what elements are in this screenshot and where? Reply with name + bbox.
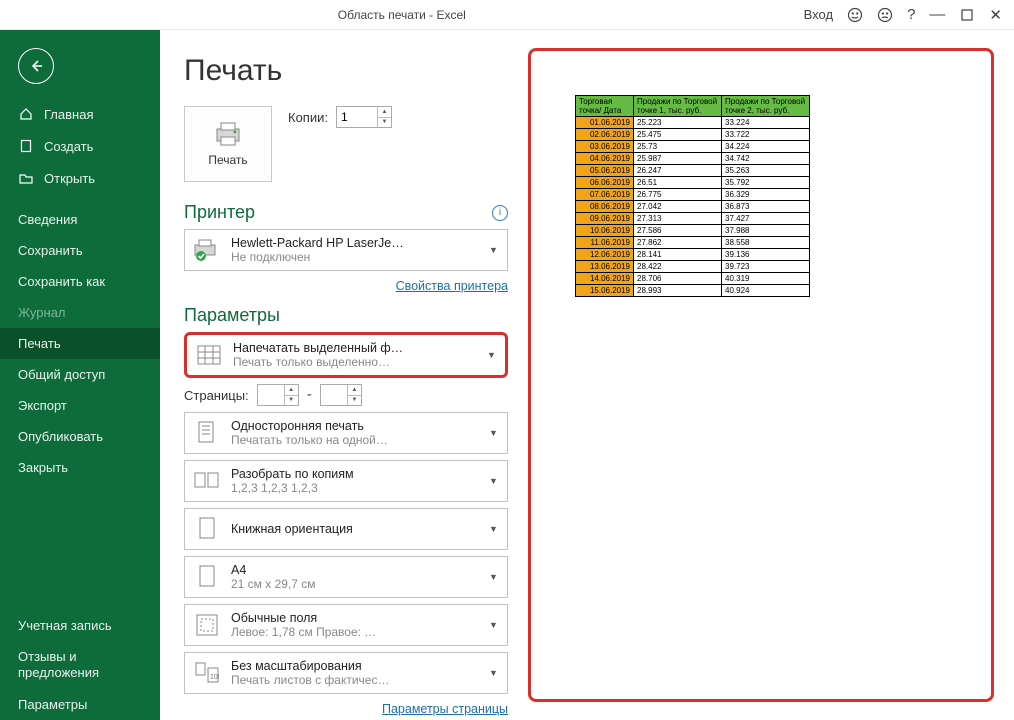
page-title: Печать: [184, 54, 508, 88]
chevron-down-icon: ▼: [487, 350, 497, 360]
page-icon: [193, 419, 221, 447]
preview-table: Торговая точка/ ДатаПродажи по Торговой …: [575, 95, 810, 297]
scaling-dropdown[interactable]: 100 Без масштабированияПечать листов с ф…: [184, 652, 508, 694]
nav-account[interactable]: Учетная запись: [0, 610, 160, 641]
margins-icon: [193, 611, 221, 639]
info-icon[interactable]: i: [492, 205, 508, 221]
nav-saveas[interactable]: Сохранить как: [0, 266, 160, 297]
nav-export[interactable]: Экспорт: [0, 390, 160, 421]
spin-down[interactable]: ▼: [378, 118, 391, 128]
preview-page: Торговая точка/ ДатаПродажи по Торговой …: [539, 59, 983, 691]
nav-home[interactable]: Главная: [0, 98, 160, 130]
spin-up[interactable]: ▲: [378, 107, 391, 118]
close-icon[interactable]: ✕: [989, 6, 1002, 24]
maximize-icon[interactable]: [959, 7, 975, 23]
scaling-icon: 100: [193, 659, 221, 687]
pages-from[interactable]: ▲▼: [257, 384, 299, 406]
collate-dropdown[interactable]: Разобрать по копиям1,2,3 1,2,3 1,2,3 ▼: [184, 460, 508, 502]
chevron-down-icon: ▼: [489, 668, 499, 678]
minimize-icon[interactable]: —: [929, 6, 945, 24]
nav-feedback[interactable]: Отзывы и предложения: [0, 641, 160, 690]
nav-share[interactable]: Общий доступ: [0, 359, 160, 390]
chevron-down-icon: ▼: [489, 245, 499, 255]
chevron-down-icon: ▼: [489, 524, 499, 534]
chevron-down-icon: ▼: [489, 428, 499, 438]
titlebar: Область печати - Excel Вход ? — ✕: [0, 0, 1014, 30]
orientation-dropdown[interactable]: Книжная ориентация ▼: [184, 508, 508, 550]
svg-text:100: 100: [210, 674, 219, 681]
grid-icon: [195, 341, 223, 369]
back-button[interactable]: [18, 48, 54, 84]
printer-icon: [213, 121, 243, 147]
settings-heading: Параметры: [184, 305, 280, 326]
printer-properties-link[interactable]: Свойства принтера: [396, 279, 508, 293]
home-icon: [18, 106, 34, 122]
chevron-down-icon: ▼: [489, 620, 499, 630]
chevron-down-icon: ▼: [489, 476, 499, 486]
open-icon: [18, 170, 34, 186]
nav-info[interactable]: Сведения: [0, 204, 160, 235]
printer-heading: Принтер: [184, 202, 255, 223]
copies-input[interactable]: [337, 107, 377, 127]
nav-open[interactable]: Открыть: [0, 162, 160, 194]
size-dropdown[interactable]: A421 см x 29,7 см ▼: [184, 556, 508, 598]
nav-print[interactable]: Печать: [0, 328, 160, 359]
nav-new[interactable]: Создать: [0, 130, 160, 162]
nav-save[interactable]: Сохранить: [0, 235, 160, 266]
sides-dropdown[interactable]: Односторонняя печатьПечатать только на о…: [184, 412, 508, 454]
nav-close[interactable]: Закрыть: [0, 452, 160, 483]
page-size-icon: [193, 563, 221, 591]
print-panel: Печать Печать Копии: ▲▼ Принтер i: [160, 30, 520, 720]
print-preview: Торговая точка/ ДатаПродажи по Торговой …: [520, 30, 1014, 720]
copies-label: Копии:: [288, 110, 328, 125]
help-icon[interactable]: ?: [907, 6, 915, 23]
print-what-dropdown[interactable]: Напечатать выделенный ф…Печать только вы…: [184, 332, 508, 378]
login-link[interactable]: Вход: [804, 7, 833, 22]
nav-publish[interactable]: Опубликовать: [0, 421, 160, 452]
new-icon: [18, 138, 34, 154]
printer-dropdown[interactable]: Hewlett-Packard HP LaserJe…Не подключен …: [184, 229, 508, 271]
printer-status-icon: [193, 236, 221, 264]
nav-options[interactable]: Параметры: [0, 689, 160, 720]
page-setup-link[interactable]: Параметры страницы: [382, 702, 508, 716]
window-title: Область печати - Excel: [0, 8, 804, 22]
smile-icon[interactable]: [847, 7, 863, 23]
chevron-down-icon: ▼: [489, 572, 499, 582]
print-button[interactable]: Печать: [184, 106, 272, 182]
pages-to[interactable]: ▲▼: [320, 384, 362, 406]
portrait-icon: [193, 515, 221, 543]
nav-history: Журнал: [0, 297, 160, 328]
collate-icon: [193, 467, 221, 495]
preview-highlight: Торговая точка/ ДатаПродажи по Торговой …: [528, 48, 994, 702]
margins-dropdown[interactable]: Обычные поляЛевое: 1,78 см Правое: … ▼: [184, 604, 508, 646]
frown-icon[interactable]: [877, 7, 893, 23]
pages-label: Страницы:: [184, 388, 249, 403]
copies-spinner[interactable]: ▲▼: [336, 106, 392, 128]
sidebar: Главная Создать Открыть Сведения Сохрани…: [0, 30, 160, 720]
